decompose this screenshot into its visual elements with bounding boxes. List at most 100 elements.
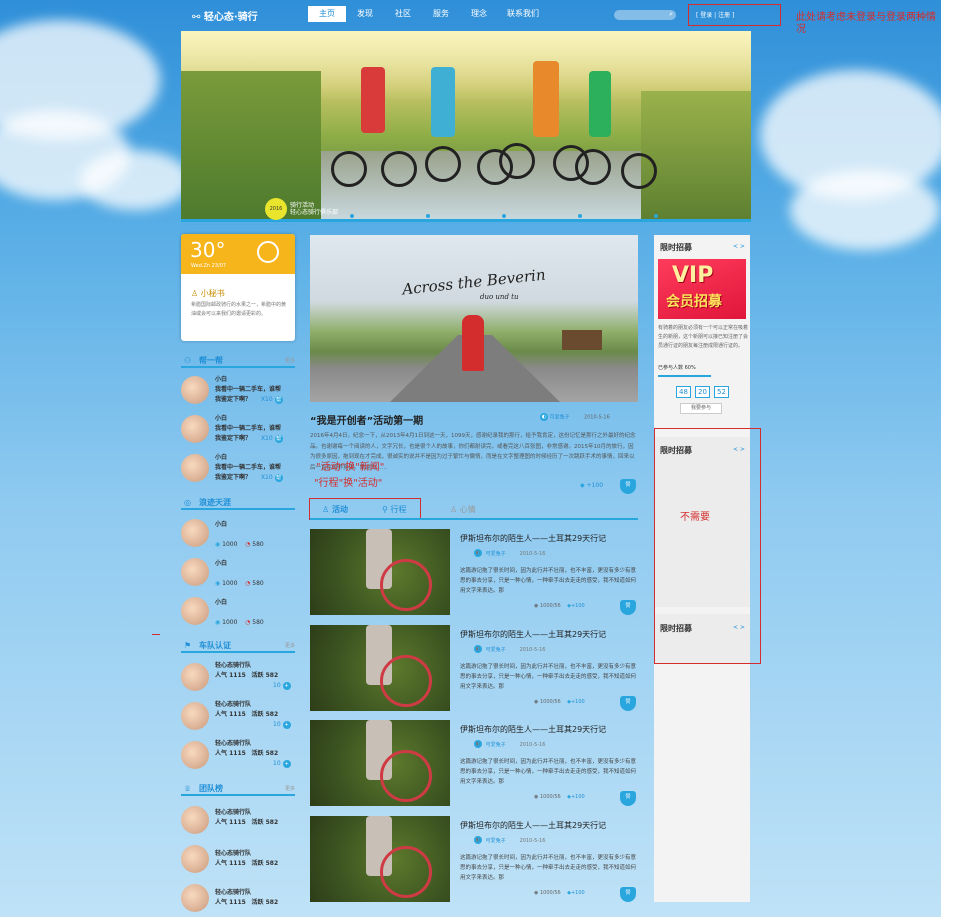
page-edge: [941, 0, 959, 917]
team-cert-more-link[interactable]: 更多: [285, 642, 295, 649]
timer-minutes: 20: [695, 386, 710, 398]
team-cert-item[interactable]: 轻心态骑行队 人气 1115 活跃 582 10 +: [215, 700, 295, 730]
sun-icon: [257, 241, 279, 263]
annotation-right-note: 不需要: [680, 512, 710, 523]
avatar[interactable]: [181, 806, 209, 834]
post-meta: ◐ 可爱兔子 2010-5-16: [474, 549, 546, 557]
avatar[interactable]: [181, 663, 209, 691]
timeline-dot[interactable]: [502, 214, 506, 218]
eye-icon: ◉: [534, 699, 539, 705]
help-more-link[interactable]: 更多: [285, 357, 295, 364]
recruit-progress-text: 已参与人数 60%: [658, 365, 696, 371]
team-cert-item[interactable]: 轻心态骑行队 人气 1115 活跃 582 10 +: [215, 739, 295, 769]
vip-banner[interactable]: VIP 会员招募: [658, 259, 746, 319]
recruit-title: 限时招募: [660, 243, 692, 252]
post-desc: 这篇游记拖了很长时间，因为此行并不壮丽，也不丰富，更没有多少有意思的事去分享，只…: [460, 568, 637, 594]
tab-itinerary[interactable]: ⚲ 行程: [382, 504, 406, 515]
post-image[interactable]: [310, 720, 450, 806]
recruit-arrows[interactable]: < >: [733, 243, 745, 250]
avatar[interactable]: [181, 415, 209, 443]
bike-icon: ⚇: [184, 356, 192, 365]
team-rank-item[interactable]: 轻心态骑行队 人气 1115 活跃 582: [215, 888, 295, 908]
weather-temp: 30°: [190, 238, 226, 262]
avatar[interactable]: [181, 376, 209, 404]
post-card[interactable]: 伊斯坦布尔的陌生人——土耳其29天行记 ◐ 可爱兔子 2010-5-16 这篇游记…: [310, 625, 638, 711]
flag-icon: ⚑: [184, 641, 192, 650]
avatar[interactable]: [181, 558, 209, 586]
post-stats: ◉ 1000/56 ◆+100: [534, 794, 585, 800]
join-button[interactable]: 我要参与: [680, 403, 722, 414]
post-meta: ◐ 可爱兔子 2010-5-16: [474, 645, 546, 653]
team-rank-item[interactable]: 轻心态骑行队 人气 1115 活跃 582: [215, 808, 295, 828]
feature-likes[interactable]: ◆ +100: [580, 481, 603, 491]
hero-banner: [181, 31, 751, 220]
nav-discover[interactable]: 发现: [346, 6, 384, 22]
post-title[interactable]: 伊斯坦布尔的陌生人——土耳其29天行记: [460, 629, 606, 640]
trophy-icon: ♕: [184, 784, 192, 793]
post-card[interactable]: 伊斯坦布尔的陌生人——土耳其29天行记 ◐ 可爱兔子 2010-5-16 这篇游记…: [310, 529, 638, 615]
timeline-dot[interactable]: [654, 214, 658, 218]
avatar[interactable]: [181, 845, 209, 873]
annotation-login-note: 此处请考虑未登录与登录两种情况: [796, 12, 936, 35]
help-item[interactable]: 小白 我看中一辆二手车，谁帮 我鉴定下啊？ X10 帮: [215, 414, 295, 444]
wander-item[interactable]: 小白 ◉ 1000 ◔ 580: [215, 559, 295, 589]
weather-date: Wed.Zn 23/07: [191, 263, 227, 269]
eye-icon: ◉: [534, 794, 539, 800]
timer-seconds: 52: [714, 386, 729, 398]
like-button[interactable]: 赞: [620, 791, 636, 806]
wander-header: ◎ 浪迹天涯: [181, 496, 295, 510]
site-logo[interactable]: ⚯ 轻心态·骑行: [192, 8, 258, 23]
nav-service[interactable]: 服务: [422, 6, 460, 22]
bulb-icon: ♙: [191, 289, 201, 298]
wander-item[interactable]: 小白 ◉ 1000 ◔ 580: [215, 520, 295, 550]
tab-activity[interactable]: ♙ 活动: [322, 504, 348, 515]
team-cert-header: ⚑ 车队认证 更多: [181, 639, 295, 653]
post-card[interactable]: 伊斯坦布尔的陌生人——土耳其29天行记 ◐ 可爱兔子 2010-5-16 这篇游记…: [310, 720, 638, 806]
like-button[interactable]: 赞: [620, 600, 636, 615]
team-rank-item[interactable]: 轻心态骑行队 人气 1115 活跃 582: [215, 849, 295, 869]
recruit-desc: 有骑着的朋友必须有一个可以正常在吸着生的新朋，这个新朋可以接已知注册了会员通行证…: [658, 325, 749, 349]
post-desc: 这篇游记拖了很长时间，因为此行并不壮丽，也不丰富，更没有多少有意思的事去分享，只…: [460, 664, 637, 690]
post-title[interactable]: 伊斯坦布尔的陌生人——土耳其29天行记: [460, 724, 606, 735]
nav-community[interactable]: 社区: [384, 6, 422, 22]
post-image[interactable]: [310, 625, 450, 711]
team-rank-more-link[interactable]: 更多: [285, 785, 295, 792]
wander-item[interactable]: 小白 ◉ 1000 ◔ 580: [215, 598, 295, 628]
feature-title[interactable]: “我是开创者”活动第一期: [310, 412, 423, 427]
hero-caption: 骑行活动 轻心态骑行俱乐部: [290, 202, 339, 216]
timeline-dot[interactable]: [578, 214, 582, 218]
top-navigation: ⚯ 轻心态·骑行 主页 发现 社区 服务 理念 联系我们 ⌕ [ 登录 | 注册…: [180, 4, 752, 26]
avatar[interactable]: [181, 702, 209, 730]
eye-icon: ◉: [534, 890, 539, 896]
avatar[interactable]: [181, 597, 209, 625]
nav-philosophy[interactable]: 理念: [460, 6, 498, 22]
post-title[interactable]: 伊斯坦布尔的陌生人——土耳其29天行记: [460, 533, 606, 544]
help-header: ⚇ 帮一帮 更多: [181, 354, 295, 368]
search-input[interactable]: ⌕: [614, 10, 676, 20]
tip-desc: 希腊国际邮政骑行的水果之一，希腊中的黄油或会可以来我们的邀请更彩的。: [191, 302, 287, 317]
post-image[interactable]: [310, 816, 450, 902]
like-button[interactable]: 赞: [620, 696, 636, 711]
avatar[interactable]: [181, 884, 209, 912]
nav-contact[interactable]: 联系我们: [498, 6, 548, 22]
post-image[interactable]: [310, 529, 450, 615]
post-card[interactable]: 伊斯坦布尔的陌生人——土耳其29天行记 ◐ 可爱兔子 2010-5-16 这篇游记…: [310, 816, 638, 902]
post-meta: ◐ 可爱兔子 2010-5-16: [474, 740, 546, 748]
timeline-dot[interactable]: [426, 214, 430, 218]
feature-image[interactable]: Across the Beverin duo und tu: [310, 235, 638, 402]
avatar[interactable]: [181, 741, 209, 769]
nav-home[interactable]: 主页: [308, 6, 346, 22]
recruit-progress-bar: [658, 375, 711, 377]
eye-icon: ◉: [534, 603, 539, 609]
avatar[interactable]: [181, 454, 209, 482]
timeline-dot[interactable]: [350, 214, 354, 218]
help-item[interactable]: 小白 我看中一辆二手车，谁帮 我鉴定下啊？ X10 帮: [215, 375, 295, 405]
content-tabs: ♙ 活动 ⚲ 行程 ♙ 心情: [310, 502, 638, 520]
post-title[interactable]: 伊斯坦布尔的陌生人——土耳其29天行记: [460, 820, 606, 831]
avatar[interactable]: [181, 519, 209, 547]
help-item[interactable]: 小白 我看中一辆二手车，谁帮 我鉴定下啊？ X10 帮: [215, 453, 295, 483]
team-cert-item[interactable]: 轻心态骑行队 人气 1115 活跃 582 10 +: [215, 661, 295, 691]
like-button[interactable]: 赞: [620, 887, 636, 902]
tab-mood[interactable]: ♙ 心情: [450, 504, 476, 515]
hero-year-badge[interactable]: 2016: [265, 198, 287, 220]
